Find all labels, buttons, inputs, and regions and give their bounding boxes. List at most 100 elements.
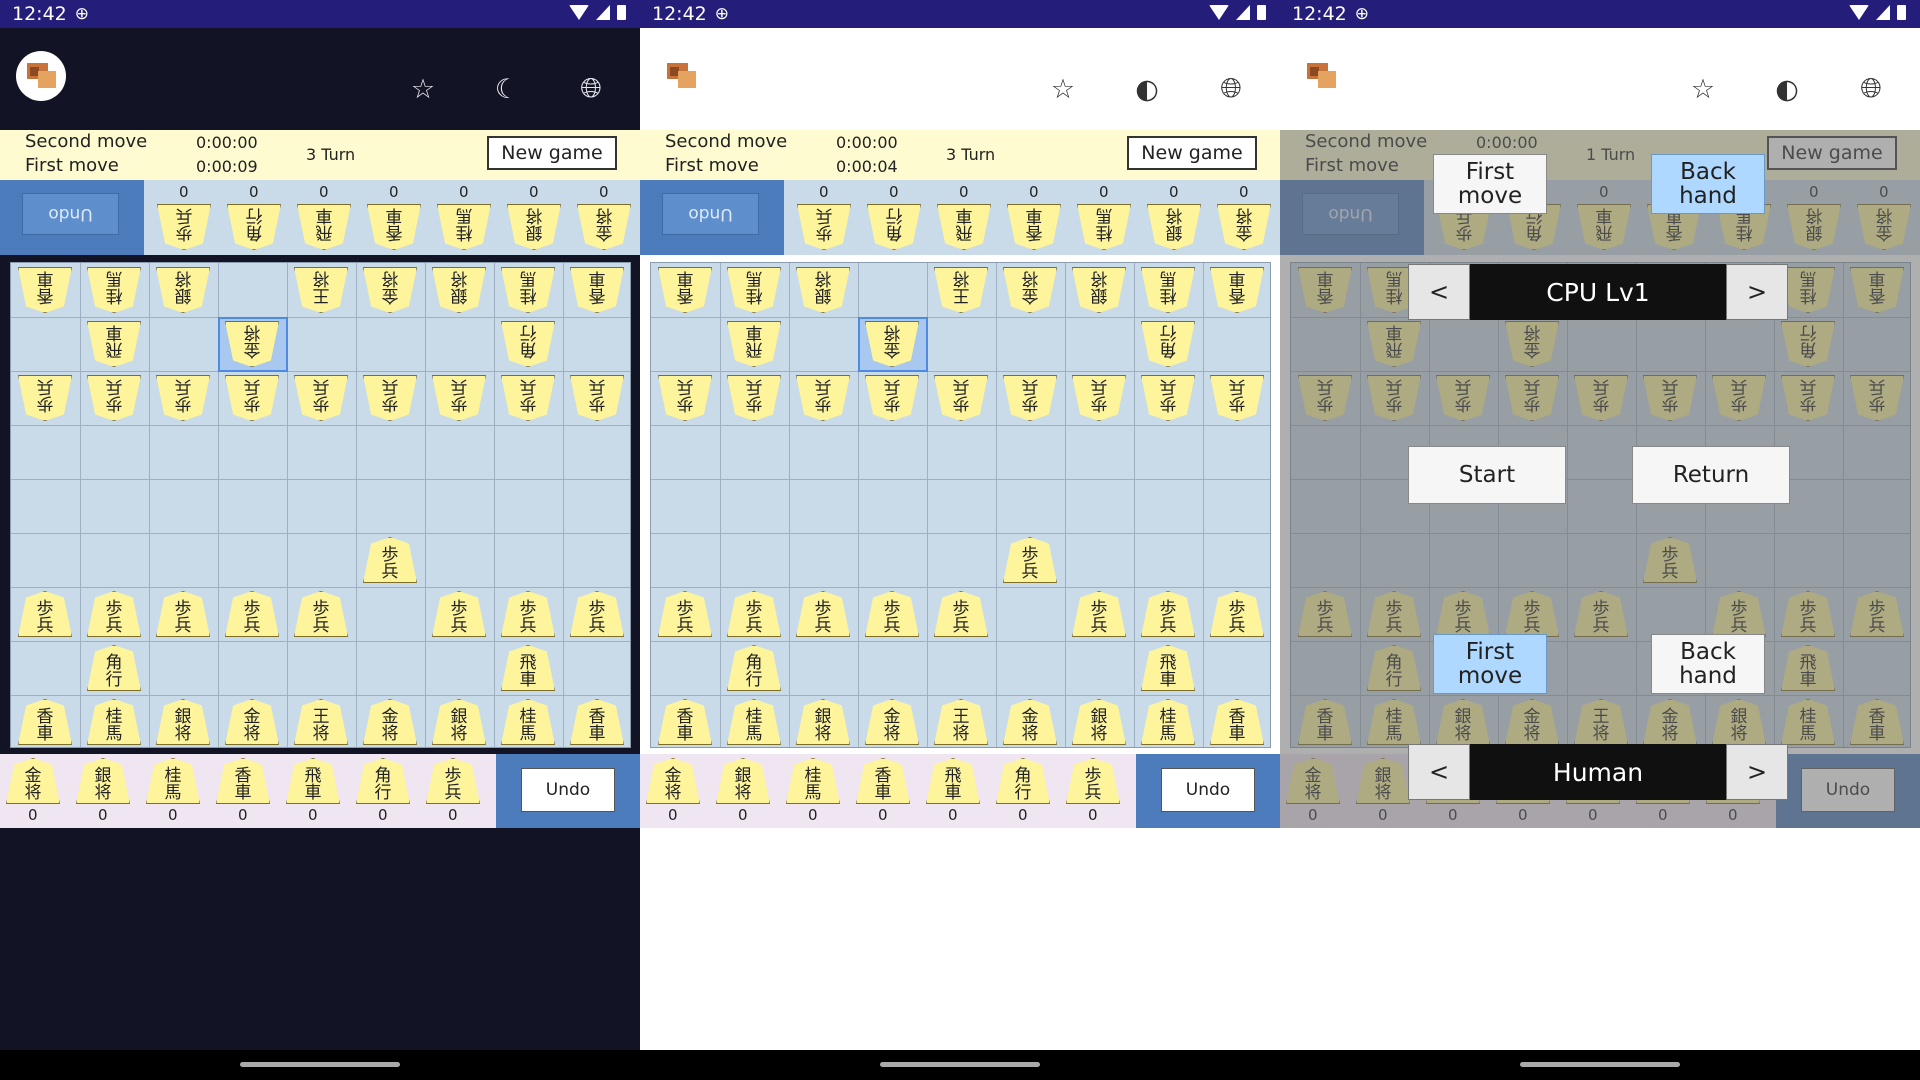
shogi-piece-gin[interactable]: 銀将 [796,699,850,745]
player-next-button[interactable]: > [1726,744,1788,800]
shogi-piece-hisha[interactable]: 飛車 [501,645,555,691]
shogi-piece-kin[interactable]: 金将 [1003,699,1057,745]
hand-piece-fu[interactable]: 歩兵 [1066,758,1120,804]
shogi-piece-fu[interactable]: 歩兵 [225,591,279,637]
shogi-piece-fu[interactable]: 歩兵 [432,375,486,421]
shogi-piece-fu[interactable]: 歩兵 [156,375,210,421]
shogi-piece-kei[interactable]: 桂馬 [87,699,141,745]
hand-piece-kaku[interactable]: 角行 [356,758,410,804]
new-game-button[interactable]: New game [487,136,617,170]
shogi-piece-fu[interactable]: 歩兵 [934,591,988,637]
hand-piece-fu[interactable]: 歩兵 [426,758,480,804]
shogi-piece-kin[interactable]: 金将 [225,321,279,367]
shogi-piece-fu[interactable]: 歩兵 [1072,375,1126,421]
shogi-piece-kin[interactable]: 金将 [1003,267,1057,313]
hand-piece-kei[interactable]: 桂馬 [146,758,200,804]
shogi-piece-fu[interactable]: 歩兵 [432,591,486,637]
undo-button[interactable]: Undo [521,768,615,812]
hand-piece-kin[interactable]: 金将 [6,758,60,804]
shogi-piece-kei[interactable]: 桂馬 [727,267,781,313]
shogi-piece-fu[interactable]: 歩兵 [501,375,555,421]
hand-piece-kyo[interactable]: 香車 [856,758,910,804]
shogi-piece-hisha[interactable]: 飛車 [1141,645,1195,691]
shogi-piece-kin[interactable]: 金将 [363,699,417,745]
shogi-piece-fu[interactable]: 歩兵 [570,375,624,421]
theme-toggle-icon[interactable]: ☾ [490,72,524,106]
hand-piece-kaku[interactable]: 角行 [867,204,921,250]
brightness-icon[interactable]: ◐ [1770,72,1804,106]
return-button[interactable]: Return [1632,446,1790,504]
shogi-piece-fu[interactable]: 歩兵 [865,375,919,421]
hand-piece-kyo[interactable]: 香車 [1007,204,1061,250]
shogi-piece-kei[interactable]: 桂馬 [87,267,141,313]
shogi-piece-fu[interactable]: 歩兵 [1210,591,1264,637]
shogi-piece-kin[interactable]: 金将 [865,321,919,367]
hand-piece-hisha[interactable]: 飛車 [286,758,340,804]
shogi-piece-gin[interactable]: 銀将 [156,699,210,745]
star-icon[interactable]: ☆ [406,72,440,106]
shogi-piece-kyo[interactable]: 香車 [18,267,72,313]
shogi-piece-kei[interactable]: 桂馬 [1141,699,1195,745]
hand-piece-kin[interactable]: 金将 [646,758,700,804]
shogi-board[interactable]: 香車桂馬銀将王将金将銀将桂馬香車飛車金将角行歩兵歩兵歩兵歩兵歩兵歩兵歩兵歩兵歩兵… [650,262,1271,748]
player-prev-button[interactable]: < [1408,744,1470,800]
shogi-piece-fu[interactable]: 歩兵 [570,591,624,637]
star-icon[interactable]: ☆ [1686,72,1720,106]
opponent-next-button[interactable]: > [1726,264,1788,320]
hand-piece-kyo[interactable]: 香車 [216,758,270,804]
opponent-first-move-button[interactable]: First move [1433,154,1547,214]
shogi-piece-kaku[interactable]: 角行 [501,321,555,367]
shogi-piece-fu[interactable]: 歩兵 [18,375,72,421]
shogi-piece-fu[interactable]: 歩兵 [796,591,850,637]
hand-piece-gin[interactable]: 銀将 [76,758,130,804]
shogi-piece-fu[interactable]: 歩兵 [1003,375,1057,421]
shogi-piece-gyoku[interactable]: 王将 [294,699,348,745]
hand-piece-gin[interactable]: 銀将 [507,204,561,250]
undo-button[interactable]: Undo [1161,768,1255,812]
shogi-piece-fu[interactable]: 歩兵 [865,591,919,637]
globe-icon[interactable]: 🌐︎ [1214,72,1248,106]
shogi-piece-kaku[interactable]: 角行 [87,645,141,691]
shogi-piece-kei[interactable]: 桂馬 [1141,267,1195,313]
hand-piece-kyo[interactable]: 香車 [367,204,421,250]
shogi-piece-fu[interactable]: 歩兵 [934,375,988,421]
shogi-piece-kin[interactable]: 金将 [865,699,919,745]
hand-piece-hisha[interactable]: 飛車 [926,758,980,804]
shogi-piece-fu[interactable]: 歩兵 [1072,591,1126,637]
shogi-piece-gin[interactable]: 銀将 [432,699,486,745]
shogi-piece-fu[interactable]: 歩兵 [658,375,712,421]
brightness-icon[interactable]: ◐ [1130,72,1164,106]
shogi-piece-gin[interactable]: 銀将 [796,267,850,313]
shogi-piece-gin[interactable]: 銀将 [1072,699,1126,745]
shogi-piece-fu[interactable]: 歩兵 [18,591,72,637]
shogi-piece-fu[interactable]: 歩兵 [501,591,555,637]
hand-piece-kin[interactable]: 金将 [1217,204,1271,250]
shogi-piece-fu[interactable]: 歩兵 [727,591,781,637]
shogi-piece-gin[interactable]: 銀将 [1072,267,1126,313]
shogi-piece-fu[interactable]: 歩兵 [87,591,141,637]
shogi-piece-fu[interactable]: 歩兵 [294,375,348,421]
shogi-board[interactable]: 香車桂馬銀将王将金将銀将桂馬香車飛車金将角行歩兵歩兵歩兵歩兵歩兵歩兵歩兵歩兵歩兵… [10,262,631,748]
hand-piece-hisha[interactable]: 飛車 [297,204,351,250]
shogi-piece-kei[interactable]: 桂馬 [501,267,555,313]
shogi-piece-fu[interactable]: 歩兵 [658,591,712,637]
opponent-undo-button[interactable]: Undo [22,193,119,235]
hand-piece-kaku[interactable]: 角行 [227,204,281,250]
shogi-piece-kyo[interactable]: 香車 [1210,267,1264,313]
shogi-piece-kaku[interactable]: 角行 [727,645,781,691]
shogi-piece-hisha[interactable]: 飛車 [87,321,141,367]
star-icon[interactable]: ☆ [1046,72,1080,106]
shogi-piece-kyo[interactable]: 香車 [658,267,712,313]
shogi-piece-fu[interactable]: 歩兵 [363,537,417,583]
opponent-prev-button[interactable]: < [1408,264,1470,320]
shogi-piece-kin[interactable]: 金将 [363,267,417,313]
shogi-piece-kyo[interactable]: 香車 [18,699,72,745]
shogi-piece-fu[interactable]: 歩兵 [1003,537,1057,583]
hand-piece-hisha[interactable]: 飛車 [937,204,991,250]
shogi-piece-gin[interactable]: 銀将 [156,267,210,313]
shogi-piece-fu[interactable]: 歩兵 [87,375,141,421]
shogi-piece-fu[interactable]: 歩兵 [156,591,210,637]
hand-piece-kei[interactable]: 桂馬 [786,758,840,804]
shogi-piece-fu[interactable]: 歩兵 [796,375,850,421]
hand-piece-kei[interactable]: 桂馬 [437,204,491,250]
